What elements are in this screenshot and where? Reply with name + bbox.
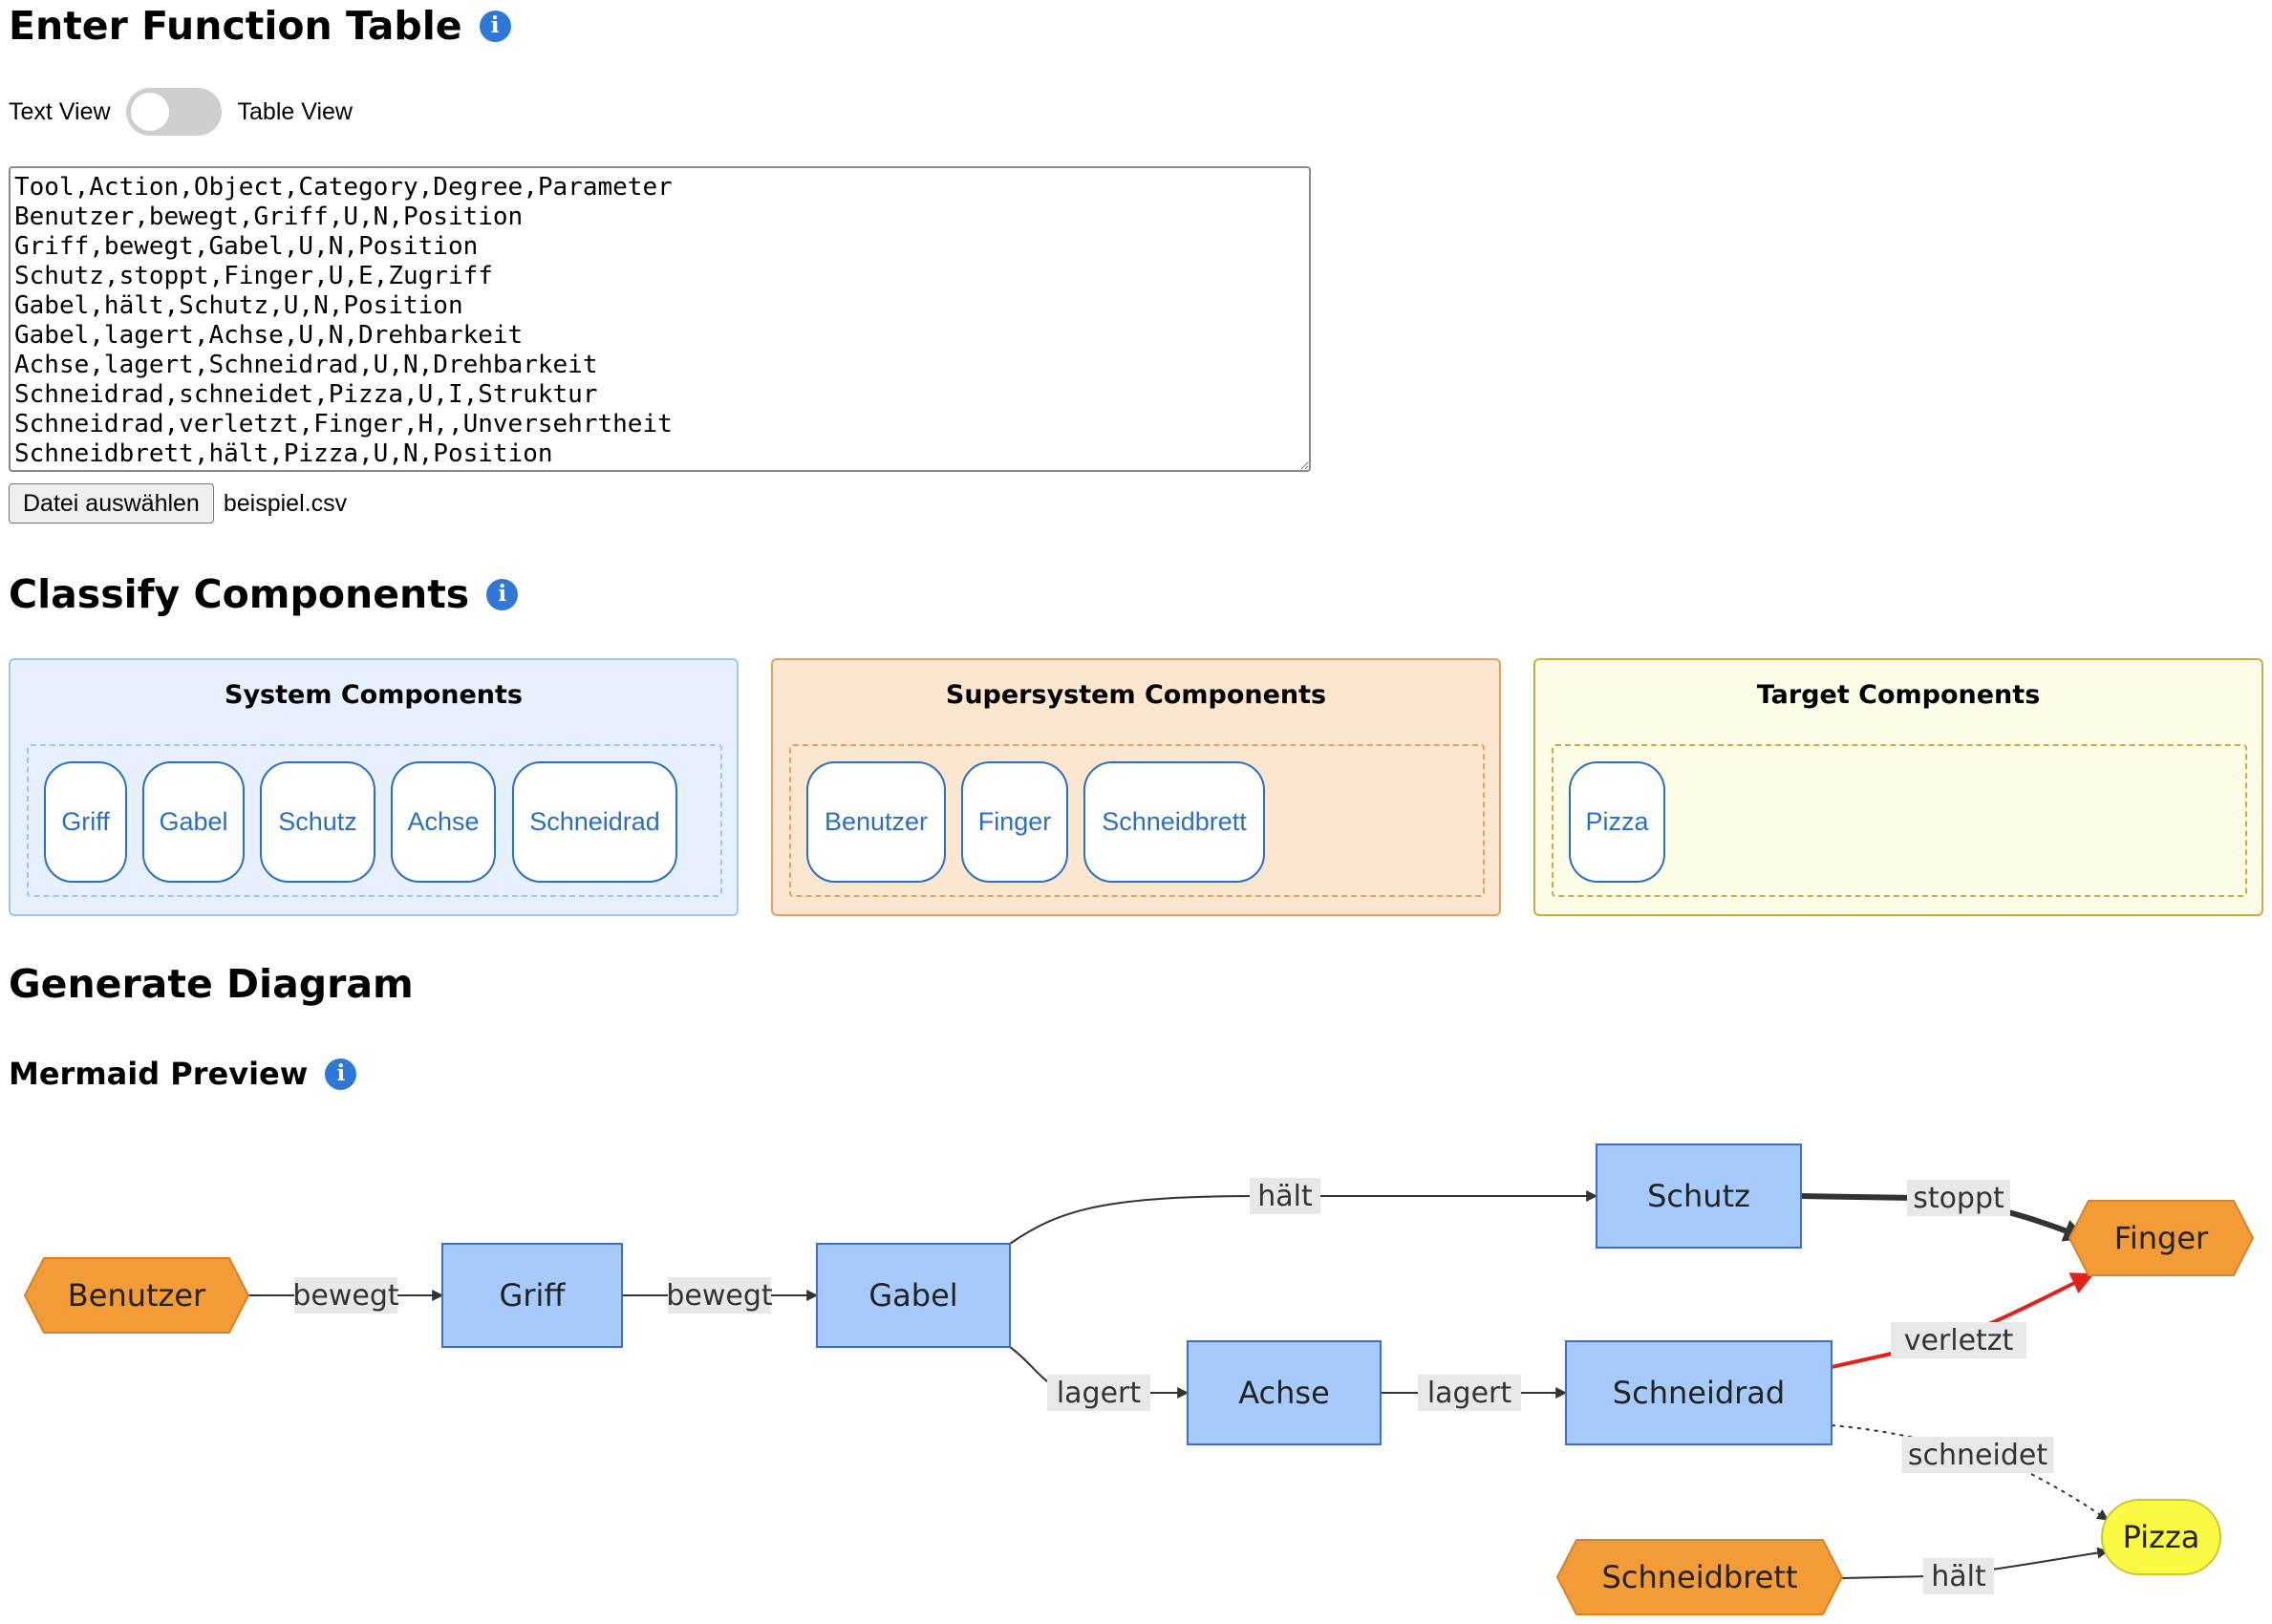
edge-label: lagert [1057,1377,1142,1410]
node-label: Pizza [2123,1519,2200,1555]
edge-label: hält [1931,1560,1986,1593]
node-achse[interactable]: Achse [1187,1340,1382,1445]
node-label: Griff [500,1277,567,1314]
node-label: Schutz [1647,1178,1750,1214]
component-chip-schutz[interactable]: Schutz [260,761,375,883]
target-components-panel: Target Components Pizza [1533,658,2263,916]
node-label: Achse [1238,1375,1330,1411]
component-chip-pizza[interactable]: Pizza [1569,761,1665,883]
function-table-title: Enter Function Table [9,3,462,49]
node-gabel[interactable]: Gabel [816,1243,1011,1348]
component-chip-schneidbrett[interactable]: Schneidbrett [1083,761,1265,883]
node-schutz[interactable]: Schutz [1596,1143,1802,1249]
generate-diagram-title: Generate Diagram [9,961,414,1007]
mermaid-preview-heading: Mermaid Preview i [9,1055,357,1093]
target-components-title: Target Components [1756,680,2041,710]
edge-label: verletzt [1904,1324,2014,1357]
component-chip-schneidrad[interactable]: Schneidrad [512,761,677,883]
mermaid-diagram: bewegt bewegt hält lagert lagert stoppt verlet… [23,1143,2255,1615]
mermaid-preview-info-icon[interactable]: i [325,1058,357,1090]
component-chip-benutzer[interactable]: Benutzer [806,761,946,883]
toggle-knob [130,93,169,131]
node-schneidrad[interactable]: Schneidrad [1565,1340,1833,1445]
supersystem-components-panel: Supersystem Components Benutzer Finger S… [771,658,1501,916]
edge-label: schneidet [1908,1439,2047,1472]
edge-label: bewegt [292,1279,399,1313]
classify-info-icon[interactable]: i [486,578,519,610]
node-schneidbrett[interactable]: Schneidbrett [1555,1539,1844,1615]
function-table-textarea[interactable] [9,166,1311,472]
component-chip-gabel[interactable]: Gabel [142,761,245,883]
classify-title: Classify Components [9,571,470,617]
choose-file-button[interactable]: Datei auswählen [9,483,214,524]
view-toggle-switch[interactable] [125,88,222,136]
edge-label: bewegt [666,1279,773,1313]
node-finger[interactable]: Finger [2068,1200,2255,1276]
system-components-title: System Components [225,680,523,710]
function-table-heading: Enter Function Table i [9,2,511,50]
table-view-label: Table View [237,97,353,125]
classify-heading: Classify Components i [9,570,519,618]
node-label: Schneidbrett [1602,1559,1798,1595]
node-label: Finger [2114,1220,2209,1256]
function-table-info-icon[interactable]: i [479,10,511,42]
node-label: Schneidrad [1613,1375,1785,1411]
node-benutzer[interactable]: Benutzer [23,1257,250,1334]
edge-label: hält [1257,1180,1313,1213]
file-input-row: Datei auswählen beispiel.csv [9,483,347,524]
component-chip-finger[interactable]: Finger [961,761,1068,883]
node-griff[interactable]: Griff [441,1243,623,1348]
view-toggle-row: Text View Table View [9,88,353,136]
system-components-panel: System Components Griff Gabel Schutz Ach… [9,658,739,916]
edge-label: lagert [1427,1377,1512,1410]
component-chip-griff[interactable]: Griff [44,761,127,883]
mermaid-preview-title: Mermaid Preview [9,1056,309,1092]
node-label: Gabel [868,1277,957,1314]
text-view-label: Text View [9,97,111,125]
component-chip-achse[interactable]: Achse [391,761,496,883]
supersystem-components-title: Supersystem Components [945,680,1327,710]
node-pizza[interactable]: Pizza [2101,1499,2221,1575]
edge-label: stoppt [1913,1182,2004,1215]
selected-file-name: beispiel.csv [223,489,348,517]
node-label: Benutzer [68,1277,206,1314]
generate-diagram-heading: Generate Diagram [9,960,414,1008]
